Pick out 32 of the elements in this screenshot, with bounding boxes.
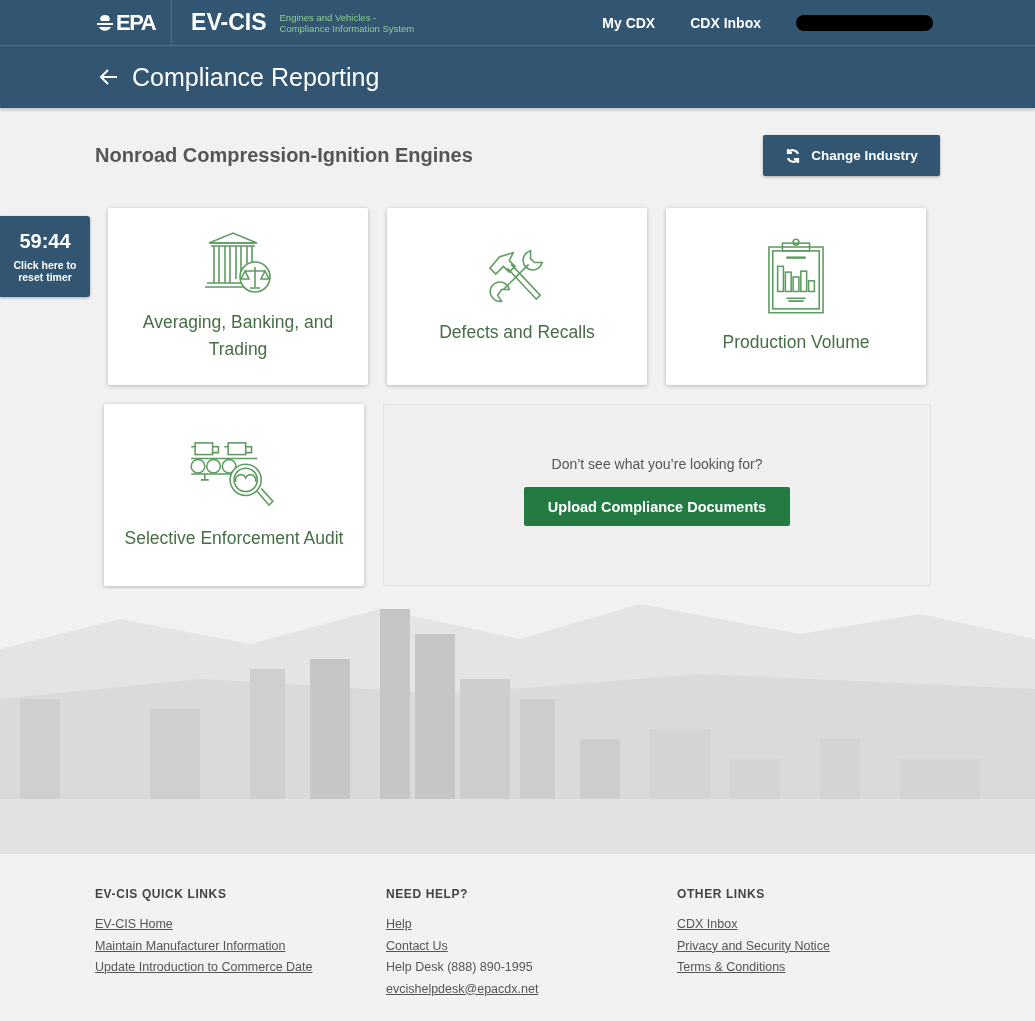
footer-link[interactable]: Privacy and Security Notice	[677, 935, 830, 957]
category-tile[interactable]: Selective Enforcement Audit	[104, 404, 364, 586]
upload-documents-button[interactable]: Upload Compliance Documents	[524, 487, 790, 526]
app-name: EV-CIS	[191, 9, 267, 36]
footer-link[interactable]: evcishelpdesk@epacdx.net	[386, 978, 539, 1000]
footer-link[interactable]: EV-CIS Home	[95, 914, 173, 936]
clipboard-chart-icon	[767, 237, 825, 315]
upload-prompt: Don’t see what you’re looking for?	[551, 456, 763, 472]
footer-link[interactable]: Terms & Conditions	[677, 957, 786, 979]
back-arrow-icon[interactable]	[99, 67, 119, 87]
footer-heading: NEED HELP?	[386, 887, 468, 901]
page-title: Compliance Reporting	[132, 62, 380, 92]
nav-link[interactable]: CDX Inbox	[690, 14, 761, 31]
footer-link[interactable]: Help	[386, 914, 412, 936]
footer-heading: OTHER LINKS	[677, 887, 765, 901]
app-subtitle: Engines and Vehicles - Compliance Information System	[279, 11, 415, 34]
industry-title: Nonroad Compression-Ignition Engines	[95, 144, 473, 167]
category-tile[interactable]: Defects and Recalls	[387, 208, 647, 385]
courthouse-scales-icon	[203, 230, 273, 295]
footer-text: Help Desk (888) 890-1995	[386, 959, 533, 976]
logo-text: EPA	[116, 9, 156, 36]
footer-link[interactable]: Update Introduction to Commerce Date	[95, 957, 313, 979]
footer-heading: EV-CIS QUICK LINKS	[95, 887, 227, 901]
session-timer-button[interactable]: 59:44 Click here to reset timer	[0, 216, 90, 297]
refresh-icon	[785, 147, 802, 164]
change-industry-button[interactable]: Change Industry	[763, 135, 940, 176]
nav-link[interactable]: My CDX	[602, 14, 656, 31]
footer-link[interactable]: CDX Inbox	[677, 914, 738, 936]
footer-link[interactable]: Maintain Manufacturer Information	[95, 935, 286, 957]
category-tile[interactable]: Averaging, Banking, and Trading	[108, 208, 368, 385]
category-tile[interactable]: Production Volume	[666, 208, 926, 385]
footer-link[interactable]: Contact Us	[386, 935, 448, 957]
